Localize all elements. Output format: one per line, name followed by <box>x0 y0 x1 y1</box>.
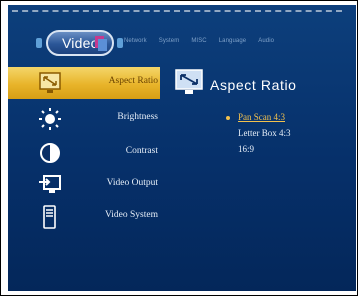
top-menu-bar: Video Network System MISC Language Audio <box>8 21 356 63</box>
video-output-icon <box>39 175 61 193</box>
sidebar-item-label: Video Output <box>106 178 158 188</box>
sidebar-item-label: Brightness <box>117 112 158 122</box>
option-letter-box[interactable]: Letter Box 4:3 <box>238 128 291 138</box>
sidebar-item-video-output[interactable]: Video Output <box>8 169 160 201</box>
option-16-9[interactable]: 16:9 <box>238 144 254 154</box>
video-film-icon <box>95 36 107 51</box>
video-system-icon <box>43 205 56 229</box>
selected-bullet-icon <box>226 116 230 120</box>
settings-sidebar: Aspect Ratio Brightness Contrast Video O… <box>8 63 160 291</box>
tab-audio[interactable]: Audio <box>258 38 274 44</box>
tab-language[interactable]: Language <box>219 38 247 44</box>
top-dashed-border <box>12 10 342 12</box>
tab-misc[interactable]: MISC <box>191 38 206 44</box>
sidebar-item-brightness[interactable]: Brightness <box>8 103 160 135</box>
contrast-icon <box>40 143 60 163</box>
right-arrow-icon[interactable] <box>117 38 123 48</box>
sidebar-item-label: Video System <box>105 210 158 220</box>
aspect-ratio-icon <box>39 72 61 93</box>
tab-video[interactable]: Video <box>46 30 114 56</box>
sidebar-item-aspect-ratio[interactable]: Aspect Ratio <box>8 67 160 99</box>
sidebar-item-label: Aspect Ratio <box>108 76 158 86</box>
sidebar-item-contrast[interactable]: Contrast <box>8 137 160 169</box>
window-frame: Video Network System MISC Language Audio <box>0 0 358 296</box>
sidebar-item-video-system[interactable]: Video System <box>8 201 160 233</box>
tv-screen: Video Network System MISC Language Audio <box>8 5 356 291</box>
sidebar-item-label: Contrast <box>125 146 158 156</box>
panel-title: Aspect Ratio <box>210 77 297 93</box>
option-pan-scan[interactable]: Pan Scan 4:3 <box>238 112 285 122</box>
tab-network[interactable]: Network <box>124 38 147 44</box>
left-arrow-icon[interactable] <box>36 38 42 48</box>
aspect-ratio-icon <box>175 69 203 94</box>
tab-system[interactable]: System <box>159 38 180 44</box>
tabs-bar: Network System MISC Language Audio <box>124 38 286 44</box>
brightness-icon <box>39 108 61 130</box>
